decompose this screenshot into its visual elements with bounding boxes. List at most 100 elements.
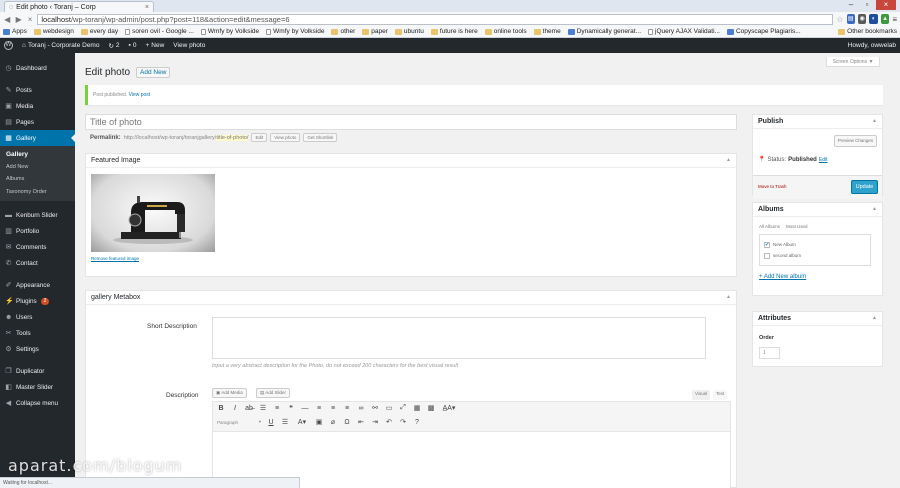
edit-permalink-button[interactable]: Edit [251,133,268,142]
toolbar-toggle-icon[interactable]: ▦ [413,404,421,412]
bookmark-item[interactable]: theme [533,28,561,35]
indent-icon[interactable]: ⇥ [371,418,379,426]
screen-options-button[interactable]: Screen Options ▼ [826,57,880,67]
new-content-link[interactable]: + New [145,42,164,49]
toggle-arrow-icon[interactable]: ▲ [726,294,731,300]
unlink-icon[interactable]: ⚯ [371,404,379,412]
sidebar-item-settings[interactable]: ⚙ Settings [0,341,75,357]
blockquote-icon[interactable]: ❝ [287,404,295,412]
edit-status-link[interactable]: Edit [819,157,828,163]
wordpress-logo-icon[interactable]: W [4,41,13,50]
post-title-input[interactable]: Title of photo [85,114,737,130]
toggle-arrow-icon[interactable]: ▲ [872,315,877,321]
other-bookmarks[interactable]: Other bookmarks [838,28,897,35]
bookmark-item[interactable]: Dynamically generat... [567,28,641,35]
browser-tab[interactable]: ◌ Edit photo ‹ Toranj – Corp × [4,1,154,12]
justify-icon[interactable]: ☰ [281,418,289,426]
sidebar-item-contact[interactable]: ✆ Contact [0,255,75,271]
stop-icon[interactable]: × [26,15,34,24]
featured-image-thumbnail[interactable] [91,174,215,252]
font-size-icon[interactable]: A̲A▾ [441,404,457,412]
sidebar-item-duplicator[interactable]: ❐ Duplicator [0,363,75,379]
bold-icon[interactable]: B [217,405,225,412]
outdent-icon[interactable]: ⇤ [357,418,365,426]
underline-icon[interactable]: U [267,419,275,426]
clear-formatting-icon[interactable]: ⌀ [329,418,337,426]
paste-text-icon[interactable]: ▣ [315,418,323,426]
submenu-item-albums[interactable]: Albums [0,173,75,186]
horizontal-line-icon[interactable]: — [301,405,309,412]
forward-icon[interactable]: ▶ [14,15,22,24]
numbered-list-icon[interactable]: ≡ [273,405,281,412]
bookmark-item[interactable]: jQuery AJAX Validati... [648,28,720,35]
more-tag-icon[interactable]: ▭ [385,404,393,412]
add-new-album-link[interactable]: + Add New album [759,274,806,280]
order-input[interactable]: 1 [759,347,780,359]
redo-icon[interactable]: ↷ [399,418,407,426]
link-icon[interactable]: ∞ [357,405,365,412]
paragraph-select[interactable]: Paragraph ▾ [217,418,261,426]
sidebar-item-users[interactable]: ☻ Users [0,309,75,325]
bullet-list-icon[interactable]: ☰ [259,404,267,412]
special-char-icon[interactable]: Ω [343,419,351,426]
toggle-arrow-icon[interactable]: ▲ [872,206,877,212]
checkbox-checked[interactable]: ✔ [764,241,770,248]
italic-icon[interactable]: I [231,405,239,412]
sidebar-item-comments[interactable]: ✉ Comments [0,239,75,255]
bookmark-item[interactable]: Apps [3,28,27,35]
bookmark-item[interactable]: online tools [484,28,527,35]
checkbox[interactable] [764,252,770,259]
description-editor[interactable] [212,401,731,488]
maximize-icon[interactable]: ▫ [860,0,874,10]
address-bar[interactable]: localhost/wp-toranj/wp-admin/post.php?po… [37,13,834,25]
view-photo-button[interactable]: View photo [270,133,301,142]
submenu-item-taxonomy-order[interactable]: Taxonomy Order [0,186,75,199]
tab-text[interactable]: Text [713,390,728,400]
extension-icon[interactable]: ▤ [846,14,855,24]
sidebar-item-media[interactable]: ▣ Media [0,98,75,114]
sidebar-item-kenburn-slider[interactable]: ▬ Kenburn Slider [0,207,75,223]
update-button[interactable]: Update [851,180,878,194]
short-description-textarea[interactable] [212,317,706,359]
bookmark-item[interactable]: ubuntu [394,28,424,35]
tab-visual[interactable]: Visual [692,390,711,400]
bookmark-item[interactable]: webdesign [33,28,74,35]
bookmark-item[interactable]: future is here [430,28,478,35]
sidebar-item-collapse-menu[interactable]: ◀ Collapse menu [0,395,75,411]
move-to-trash-link[interactable]: Move to Trash [758,184,787,189]
minimize-icon[interactable]: – [844,0,858,10]
bookmark-item[interactable]: Wmfy by Volkside [266,28,324,35]
howdy-user[interactable]: Howdy, owwelab [848,42,896,49]
fullscreen-icon[interactable]: ⤢ [399,404,407,412]
extension-icon[interactable]: ▲ [880,14,890,24]
toggle-arrow-icon[interactable]: ▲ [872,118,877,124]
tab-most-used[interactable]: Most Used [786,224,808,229]
album-item[interactable]: ✔ New Album [764,239,866,250]
undo-icon[interactable]: ↶ [385,418,393,426]
tab-all-albums[interactable]: All Albums [759,224,780,229]
view-post-link[interactable]: View post [129,92,151,98]
help-icon[interactable]: ? [413,419,421,426]
view-photo-link[interactable]: View photo [173,42,205,49]
text-color-icon[interactable]: A▾ [295,418,309,426]
updates-link[interactable]: ↻ 2 [108,42,119,50]
align-center-icon[interactable]: ≡ [329,405,337,412]
sidebar-item-pages[interactable]: ▤ Pages [0,114,75,130]
menu-icon[interactable]: ≡ [892,15,897,24]
sidebar-item-master-slider[interactable]: ◧ Master Slider [0,379,75,395]
permalink-url[interactable]: http://localhost/wp-toranj/toranjgallery… [124,134,249,141]
comments-link[interactable]: ▪ 0 [129,42,137,49]
bookmark-item[interactable]: Wmfy by Volkside [200,28,259,35]
bookmark-item[interactable]: every day [80,28,118,35]
extension-icon[interactable]: ◐ [869,14,878,24]
sidebar-item-portfolio[interactable]: ▥ Portfolio [0,223,75,239]
album-item[interactable]: second album [764,250,866,261]
site-name-link[interactable]: ⌂ Toranj - Corporate Demo [22,42,99,49]
sidebar-item-dashboard[interactable]: ◷ Dashboard [0,60,75,76]
add-new-button[interactable]: Add New [136,67,171,78]
close-tab-icon[interactable]: × [145,4,149,11]
remove-featured-image-link[interactable]: Remove featured image [91,256,139,261]
bookmark-item[interactable]: paper [362,28,388,35]
add-media-button[interactable]: ▣ Add Media [212,388,247,398]
bookmark-item[interactable]: other [331,28,355,35]
